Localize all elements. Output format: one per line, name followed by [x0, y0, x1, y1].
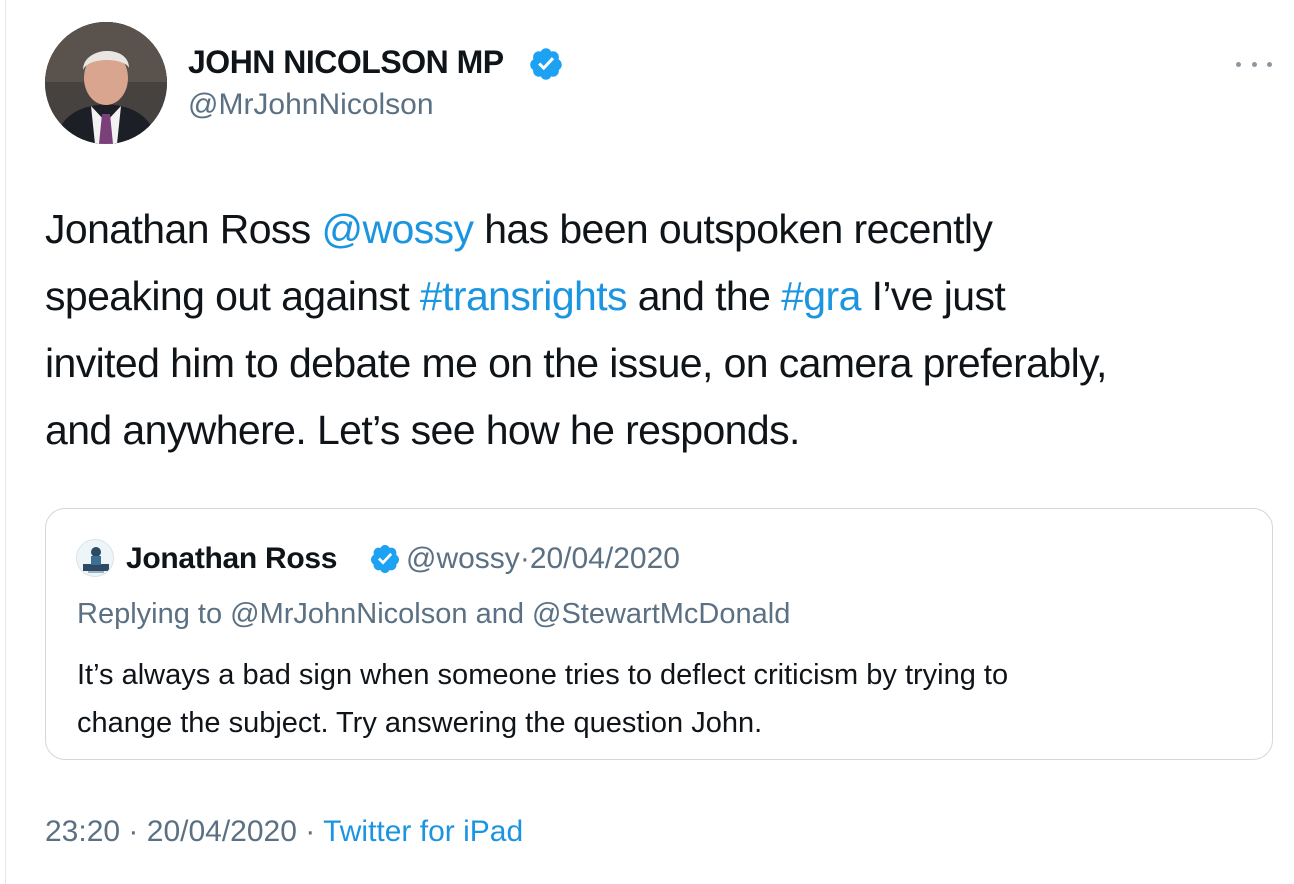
meta-separator: ·: [519, 542, 530, 575]
hashtag-link[interactable]: #gra: [781, 273, 861, 319]
quoted-author-avatar[interactable]: [76, 539, 114, 577]
verified-badge-icon: [530, 48, 562, 80]
footer-separator: ·: [128, 815, 139, 848]
quoted-author-handle[interactable]: @wossy: [406, 542, 520, 575]
tweet-text-line: and anywhere. Let’s see how he responds.: [45, 397, 1265, 464]
tweet-text-segment: and anywhere. Let’s see how he responds.: [45, 407, 800, 453]
more-options-button[interactable]: [1236, 50, 1272, 78]
tweet-text-line: speaking out against #transrights and th…: [45, 263, 1265, 330]
quoted-text-line: change the subject. Try answering the qu…: [77, 707, 763, 739]
hashtag-link[interactable]: #transrights: [420, 273, 628, 319]
more-horizontal-icon: [1236, 61, 1241, 67]
tweet-date[interactable]: 20/04/2020: [147, 815, 297, 848]
reply-and-label: and: [467, 598, 533, 630]
quoted-meta: @wossy·20/04/2020: [406, 542, 680, 576]
author-avatar-image: [45, 22, 167, 144]
author-avatar[interactable]: [45, 22, 167, 144]
tweet-text-segment: has been outspoken recently: [473, 206, 993, 252]
tweet-text-segment: Jonathan Ross: [45, 206, 322, 252]
reply-mention-link[interactable]: @MrJohnNicolson: [230, 598, 467, 630]
more-dot: [1251, 61, 1257, 67]
tweet-text-segment: invited him to debate me on the issue, o…: [45, 340, 1107, 386]
reply-mention-link[interactable]: @StewartMcDonald: [532, 598, 790, 630]
verified-badge-icon: [370, 545, 399, 573]
footer-separator: ·: [305, 815, 316, 848]
author-display-name[interactable]: JOHN NICOLSON MP: [188, 44, 504, 81]
tweet-text-segment: speaking out against: [45, 273, 420, 319]
tweet-footer: 23:20 · 20/04/2020 · Twitter for iPad: [45, 815, 523, 849]
tweet-time[interactable]: 23:20: [45, 815, 120, 848]
tweet-text-segment: and the: [626, 273, 782, 319]
quoted-date[interactable]: 20/04/2020: [530, 542, 680, 575]
quoted-tweet[interactable]: Jonathan Ross @wossy·20/04/2020 Replying…: [45, 508, 1273, 760]
tweet-card: JOHN NICOLSON MP @MrJohnNicolson Jonatha…: [0, 0, 1294, 884]
tweet-text-line: Jonathan Ross @wossy has been outspoken …: [45, 196, 1265, 263]
quoted-tweet-text: It’s always a bad sign when someone trie…: [77, 651, 1237, 747]
tweet-text-segment: I’ve just: [860, 273, 1006, 319]
quoted-author-name[interactable]: Jonathan Ross: [126, 542, 337, 576]
mention-link[interactable]: @wossy: [322, 206, 475, 252]
more-dot: [1267, 61, 1272, 67]
tweet-text-line: invited him to debate me on the issue, o…: [45, 330, 1265, 397]
tweet-source-link[interactable]: Twitter for iPad: [323, 815, 523, 848]
quoted-text-line: It’s always a bad sign when someone trie…: [77, 659, 1009, 691]
replying-to-label: Replying to: [77, 598, 231, 630]
author-handle[interactable]: @MrJohnNicolson: [188, 88, 434, 122]
replying-to-line: Replying to @MrJohnNicolson and @Stewart…: [77, 598, 790, 631]
quoted-avatar-image: [77, 540, 113, 576]
tweet-text: Jonathan Ross @wossy has been outspoken …: [45, 196, 1265, 464]
